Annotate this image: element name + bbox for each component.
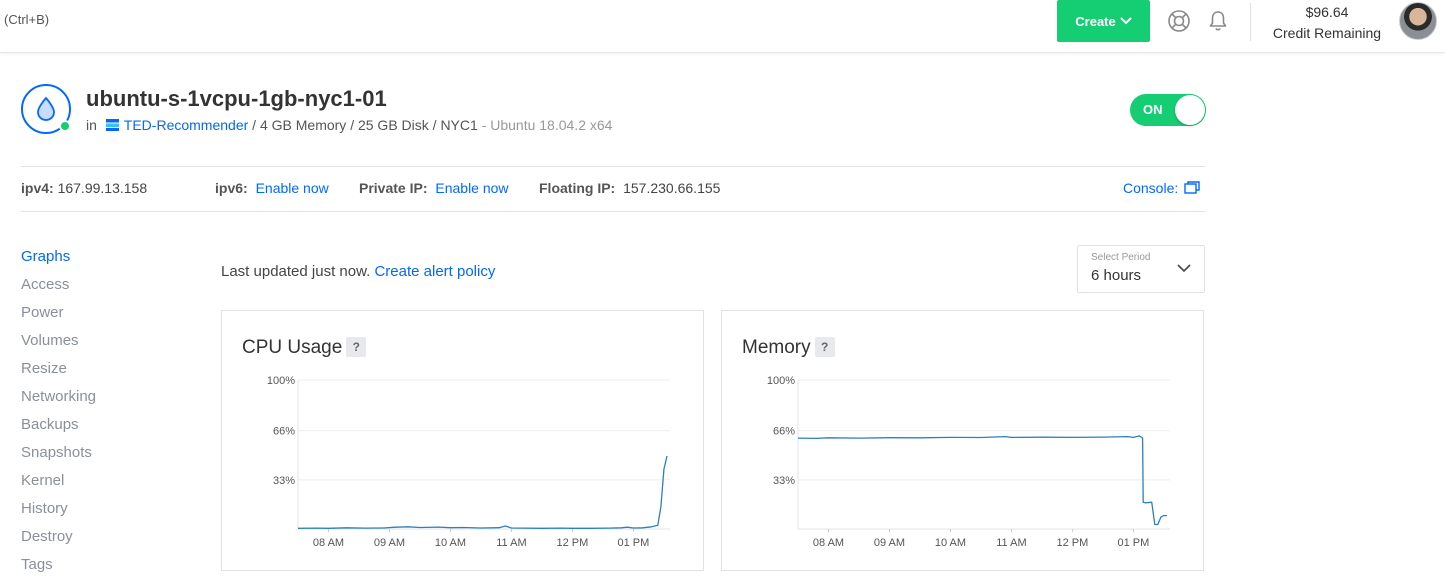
x-tick-label: 01 PM <box>618 537 650 549</box>
private-ip-info: Private IP: Enable now <box>359 180 509 196</box>
ipv6-info: ipv6: Enable now <box>215 180 329 196</box>
y-tick-label: 100% <box>767 375 795 387</box>
y-tick-label: 66% <box>273 426 295 438</box>
sidebar-item-volumes[interactable]: Volumes <box>21 331 96 359</box>
sidebar-item-graphs[interactable]: Graphs <box>21 247 96 275</box>
credit-label: Credit Remaining <box>1272 25 1382 41</box>
cpu-chart-card: CPU Usage? 100% 66% 33% 08 AM 09 AM 10 AM 11 A… <box>221 310 704 571</box>
memory-chart-card: Memory? 100% 66% 33% 08 AM 09 AM 10 AM 11 AM 12… <box>721 310 1204 571</box>
x-tick-label: 11 AM <box>996 537 1026 549</box>
sidebar-item-networking[interactable]: Networking <box>21 387 96 415</box>
private-ip-enable-link[interactable]: Enable now <box>435 180 508 196</box>
x-tick-label: 10 AM <box>435 537 466 549</box>
period-select-value: 6 hours <box>1091 267 1142 284</box>
sidebar-item-history[interactable]: History <box>21 499 96 527</box>
sidebar-item-destroy[interactable]: Destroy <box>21 527 96 555</box>
droplet-sidenav: Graphs Access Power Volumes Resize Netwo… <box>21 247 96 583</box>
last-updated-text: Last updated just now. <box>221 263 371 280</box>
series-line <box>297 455 668 529</box>
create-button[interactable]: Create <box>1057 0 1150 42</box>
period-select-label: Select Period <box>1091 252 1151 263</box>
credit-amount: $96.64 <box>1305 4 1349 20</box>
divider <box>1250 3 1251 41</box>
x-tick-label: 12 PM <box>1057 537 1089 549</box>
private-ip-label: Private IP: <box>359 180 428 196</box>
droplet-os: - Ubuntu 18.04.2 x64 <box>481 117 613 133</box>
sidebar-item-access[interactable]: Access <box>21 275 96 303</box>
cpu-chart: 100% 66% 33% 08 AM 09 AM 10 AM 11 AM 12 PM 01 PM <box>267 375 670 549</box>
y-tick-label: 33% <box>273 475 295 487</box>
help-icon[interactable] <box>1167 9 1191 33</box>
sidebar-item-kernel[interactable]: Kernel <box>21 471 96 499</box>
ipv6-label: ipv6: <box>215 180 248 196</box>
memory-chart: 100% 66% 33% 08 AM 09 AM 10 AM 11 AM 12 PM 01 PM <box>767 375 1170 549</box>
ipv6-enable-link[interactable]: Enable now <box>256 180 329 196</box>
x-tick-label: 11 AM <box>496 537 526 549</box>
x-tick-label: 09 AM <box>374 537 405 549</box>
divider <box>21 211 1205 212</box>
x-tick-label: 12 PM <box>557 537 589 549</box>
ipv4-label: ipv4: <box>21 180 54 196</box>
top-bar: (Ctrl+B) Create $96.64 Credit Remaining <box>0 0 1445 53</box>
create-alert-policy-link[interactable]: Create alert policy <box>374 263 495 280</box>
shortcut-hint: (Ctrl+B) <box>4 12 50 27</box>
floating-ip-value: 157.230.66.155 <box>623 180 721 196</box>
chevron-down-icon <box>1120 17 1132 25</box>
in-label: in <box>86 117 97 133</box>
avatar[interactable] <box>1399 2 1437 40</box>
x-tick-label: 08 AM <box>313 537 344 549</box>
sidebar-item-snapshots[interactable]: Snapshots <box>21 443 96 471</box>
create-label: Create <box>1075 13 1116 29</box>
droplet-specs: / 4 GB Memory / 25 GB Disk / NYC1 <box>252 117 478 133</box>
power-toggle-label: ON <box>1143 102 1163 117</box>
console-label: Console: <box>1123 180 1179 196</box>
status-indicator <box>59 120 71 132</box>
project-icon <box>105 119 119 131</box>
ipv4-info: ipv4: 167.99.13.158 <box>21 180 147 196</box>
ipv4-value: 167.99.13.158 <box>57 180 148 196</box>
x-tick-label: 01 PM <box>1118 537 1150 549</box>
sidebar-item-resize[interactable]: Resize <box>21 359 96 387</box>
external-window-icon <box>1184 181 1200 194</box>
credit-remaining[interactable]: $96.64 Credit Remaining <box>1262 2 1392 44</box>
floating-ip-info: Floating IP: 157.230.66.155 <box>539 180 720 196</box>
project-link[interactable]: TED-Recommender <box>124 117 248 133</box>
sidebar-item-backups[interactable]: Backups <box>21 415 96 443</box>
divider <box>21 166 1205 167</box>
droplet-subtitle: in TED-Recommender / 4 GB Memory / 25 GB… <box>86 117 612 133</box>
droplet-name: ubuntu-s-1vcpu-1gb-nyc1-01 <box>86 86 387 111</box>
y-tick-label: 100% <box>267 375 295 387</box>
bell-icon[interactable] <box>1206 9 1230 33</box>
floating-ip-label: Floating IP: <box>539 180 616 196</box>
period-select[interactable]: Select Period 6 hours <box>1077 245 1205 293</box>
chevron-down-icon <box>1177 264 1191 273</box>
power-toggle[interactable]: ON <box>1130 94 1206 126</box>
console-link[interactable]: Console: <box>1123 180 1200 196</box>
last-updated: Last updated just now. Create alert poli… <box>221 263 495 280</box>
y-tick-label: 66% <box>773 426 795 438</box>
x-tick-label: 08 AM <box>813 537 844 549</box>
y-tick-label: 33% <box>773 475 795 487</box>
toggle-knob <box>1175 95 1205 125</box>
x-tick-label: 10 AM <box>935 537 966 549</box>
sidebar-item-power[interactable]: Power <box>21 303 96 331</box>
x-tick-label: 09 AM <box>874 537 905 549</box>
